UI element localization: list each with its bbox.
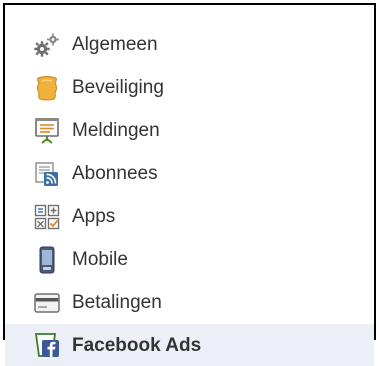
menu-item-label: Apps: [72, 206, 116, 227]
menu-item-beveiliging[interactable]: Beveiliging: [5, 66, 374, 109]
menu-item-label: Beveiliging: [72, 77, 164, 98]
rss-feed-icon: [32, 159, 62, 189]
menu-item-label: Facebook Ads: [72, 334, 202, 356]
menu-item-facebook-ads[interactable]: Facebook Ads: [5, 324, 374, 366]
menu-item-apps[interactable]: Apps: [5, 195, 374, 238]
menu-item-label: Abonnees: [72, 163, 158, 184]
menu-item-label: Betalingen: [72, 292, 162, 313]
menu-item-algemeen[interactable]: Algemeen: [5, 23, 374, 66]
shield-icon: [32, 73, 62, 103]
menu-item-mobile[interactable]: Mobile: [5, 238, 374, 281]
settings-panel: Algemeen Beveiliging Meldingen Abonnees …: [3, 3, 376, 366]
menu-item-label: Algemeen: [72, 34, 158, 55]
menu-item-label: Mobile: [72, 249, 128, 270]
presentation-icon: [32, 116, 62, 146]
mobile-phone-icon: [32, 245, 62, 275]
menu-item-abonnees[interactable]: Abonnees: [5, 152, 374, 195]
menu-item-betalingen[interactable]: Betalingen: [5, 281, 374, 324]
gears-icon: [32, 30, 62, 60]
facebook-ads-icon: [32, 330, 62, 360]
settings-menu: Algemeen Beveiliging Meldingen Abonnees …: [5, 23, 374, 366]
credit-card-icon: [32, 288, 62, 318]
menu-item-meldingen[interactable]: Meldingen: [5, 109, 374, 152]
menu-item-label: Meldingen: [72, 120, 160, 141]
apps-icon: [32, 202, 62, 232]
